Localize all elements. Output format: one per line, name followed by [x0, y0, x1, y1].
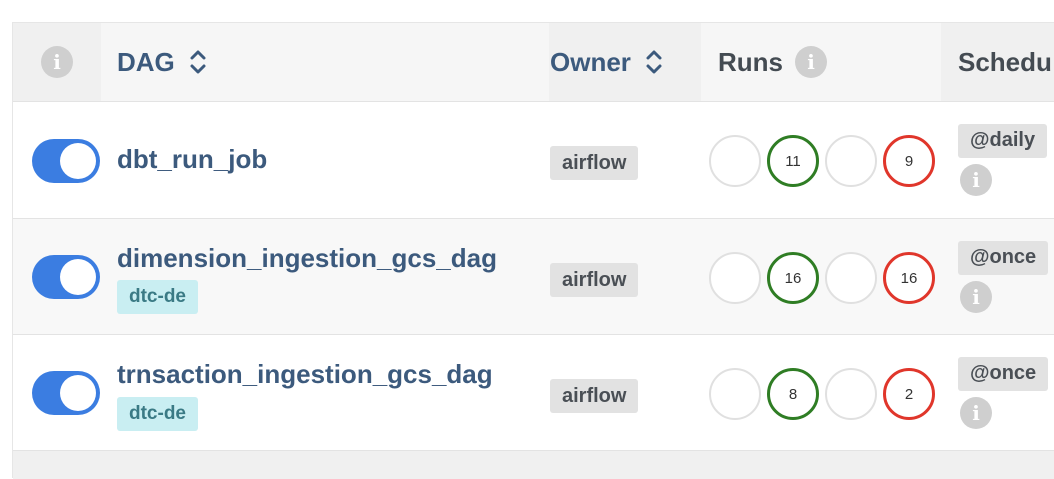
runs-info-icon[interactable]: i — [795, 46, 827, 78]
dag-name-link[interactable]: dbt_run_job — [117, 144, 267, 175]
table-row: dbt_run_job airflow 11 9 @daily i — [13, 101, 1054, 218]
run-state-running[interactable] — [825, 252, 877, 304]
owner-badge[interactable]: airflow — [550, 379, 639, 413]
run-state-queued[interactable] — [709, 135, 761, 187]
schedule-badge[interactable]: @daily — [958, 124, 1048, 158]
header-schedule-label: Schedu — [958, 46, 1052, 77]
schedule-badge[interactable]: @once — [958, 241, 1049, 275]
header-schedule: Schedu — [941, 23, 1054, 101]
table-row: trnsaction_ingestion_gcs_dag dtc-de airf… — [13, 334, 1054, 450]
toggle-knob — [60, 143, 96, 179]
sort-icon[interactable] — [645, 47, 663, 77]
toggle-knob — [60, 375, 96, 411]
run-state-success[interactable]: 16 — [767, 252, 819, 304]
dag-name-link[interactable]: dimension_ingestion_gcs_dag — [117, 243, 497, 274]
header-info-cell: i — [13, 23, 101, 101]
run-state-running[interactable] — [825, 135, 877, 187]
table-row: dimension_ingestion_gcs_dag dtc-de airfl… — [13, 218, 1054, 334]
table-header: i DAG Owner Runs i Schedu — [13, 23, 1054, 101]
header-dag-label[interactable]: DAG — [117, 47, 175, 78]
run-state-running[interactable] — [825, 368, 877, 420]
info-icon[interactable]: i — [41, 46, 73, 78]
header-owner-label[interactable]: Owner — [550, 47, 631, 78]
run-state-failed[interactable]: 9 — [883, 135, 935, 187]
schedule-badge[interactable]: @once — [958, 357, 1049, 391]
header-runs-label: Runs — [718, 46, 783, 77]
header-runs: Runs i — [701, 23, 941, 101]
dag-tag[interactable]: dtc-de — [117, 397, 198, 431]
header-owner[interactable]: Owner — [549, 23, 701, 101]
dag-tag[interactable]: dtc-de — [117, 280, 198, 314]
table-footer — [13, 450, 1054, 479]
run-state-queued[interactable] — [709, 368, 761, 420]
run-state-queued[interactable] — [709, 252, 761, 304]
toggle-knob — [60, 259, 96, 295]
dag-name-link[interactable]: trnsaction_ingestion_gcs_dag — [117, 359, 493, 390]
dag-toggle[interactable] — [32, 139, 100, 183]
owner-badge[interactable]: airflow — [550, 146, 639, 180]
dags-table: i DAG Owner Runs i Schedu dbt_run_job ai… — [12, 22, 1054, 479]
run-state-success[interactable]: 11 — [767, 135, 819, 187]
schedule-info-icon[interactable]: i — [960, 397, 992, 429]
sort-icon[interactable] — [189, 47, 207, 77]
dag-toggle[interactable] — [32, 371, 100, 415]
schedule-info-icon[interactable]: i — [960, 281, 992, 313]
owner-badge[interactable]: airflow — [550, 263, 639, 297]
run-state-failed[interactable]: 16 — [883, 252, 935, 304]
run-state-success[interactable]: 8 — [767, 368, 819, 420]
run-state-failed[interactable]: 2 — [883, 368, 935, 420]
header-dag[interactable]: DAG — [101, 23, 549, 101]
schedule-info-icon[interactable]: i — [960, 164, 992, 196]
dag-toggle[interactable] — [32, 255, 100, 299]
